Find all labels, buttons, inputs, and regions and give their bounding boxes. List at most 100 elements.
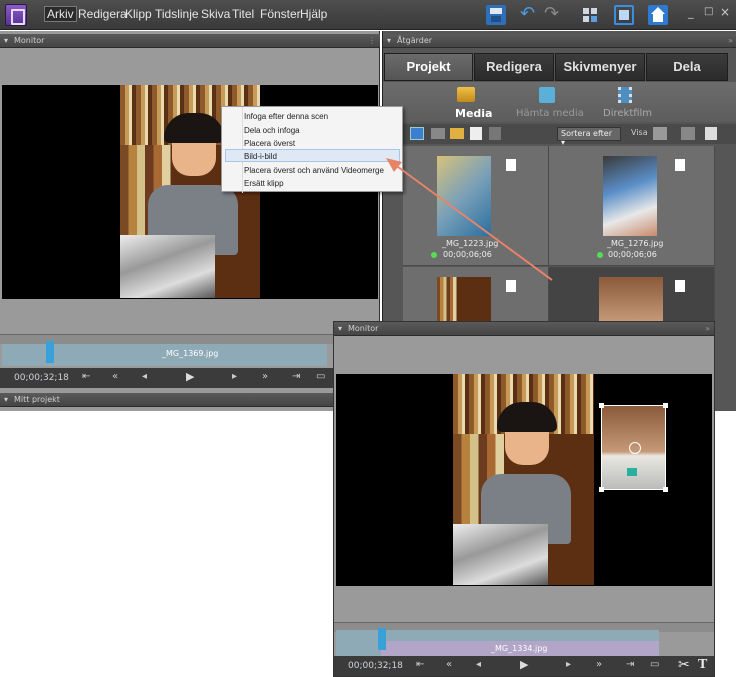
instant-movie-icon[interactable] bbox=[618, 87, 632, 103]
trash-icon[interactable] bbox=[489, 127, 501, 140]
trim-out-icon[interactable]: ⇥ bbox=[626, 659, 634, 670]
get-media-button[interactable]: Hämta media bbox=[516, 108, 584, 119]
menu-tidslinje[interactable]: Tidslinje bbox=[155, 7, 199, 21]
panel-grip-icon: » bbox=[728, 36, 733, 45]
home-icon[interactable] bbox=[648, 5, 668, 25]
step-forward-icon[interactable]: ▸ bbox=[232, 371, 237, 382]
clip-thumbnail[interactable]: _MG_1276.jpg 00;00;06;06 bbox=[549, 146, 715, 266]
monitor-header: Monitor ⋮ bbox=[0, 34, 380, 48]
minimize-button[interactable]: _ bbox=[688, 6, 694, 19]
sort-dropdown[interactable]: Sortera efter ▾ bbox=[557, 127, 621, 147]
menu-item-replace-clip[interactable]: Ersätt klipp bbox=[244, 179, 284, 188]
clip-image bbox=[603, 156, 657, 236]
playhead-handle[interactable] bbox=[46, 341, 54, 363]
menu-hjalp[interactable]: Hjälp bbox=[300, 7, 327, 21]
grid-view-icon[interactable] bbox=[410, 127, 424, 140]
rewind-icon[interactable]: « bbox=[446, 659, 452, 670]
tab-projekt[interactable]: Projekt bbox=[384, 53, 473, 81]
redo-icon[interactable]: ↷ bbox=[544, 5, 564, 25]
sort-label: Sortera efter bbox=[561, 129, 612, 138]
clip-image bbox=[599, 277, 663, 322]
instant-movie-button[interactable]: Direktfilm bbox=[603, 108, 652, 119]
panel-grip-icon: » bbox=[705, 324, 710, 333]
step-back-icon[interactable]: ◂ bbox=[476, 659, 481, 670]
clip-name: _MG_1276.jpg bbox=[607, 239, 664, 248]
media-icon[interactable] bbox=[457, 87, 475, 102]
resize-handle[interactable] bbox=[663, 487, 668, 492]
filmstrip-icon[interactable] bbox=[653, 127, 667, 140]
timeline-ruler bbox=[0, 334, 380, 344]
maximize-button[interactable]: □ bbox=[704, 6, 713, 17]
timeline-clip-base[interactable] bbox=[336, 630, 381, 656]
tab-redigera[interactable]: Redigera bbox=[474, 53, 554, 81]
monitor2-preview[interactable] bbox=[336, 374, 712, 586]
menu-klipp[interactable]: Klipp bbox=[125, 7, 152, 21]
new-item-icon[interactable] bbox=[470, 127, 482, 140]
trim-out-icon[interactable]: ⇥ bbox=[292, 371, 300, 382]
play-icon[interactable]: ▶ bbox=[520, 658, 528, 671]
photo-type-icon bbox=[675, 159, 685, 171]
fast-forward-icon[interactable]: » bbox=[596, 659, 602, 670]
actions-header: Åtgärder » bbox=[383, 34, 736, 48]
resize-handle[interactable] bbox=[663, 403, 668, 408]
used-status-icon bbox=[597, 252, 603, 258]
playhead-handle[interactable] bbox=[378, 628, 386, 650]
media-button[interactable]: Media bbox=[455, 107, 492, 120]
resize-handle[interactable] bbox=[599, 403, 604, 408]
pip-overlay[interactable] bbox=[599, 403, 668, 492]
scissors-icon[interactable]: ✂ bbox=[678, 657, 690, 673]
monitor-window-2: Monitor » _MG_1334.jpg 00;00;32;18 ⇤ « ◂ … bbox=[333, 321, 715, 677]
transport-bar: 00;00;32;18 ⇤ « ◂ ▶ ▸ » ⇥ ▭ ✂ T bbox=[334, 656, 714, 676]
my-project-title: Mitt projekt bbox=[14, 395, 60, 404]
resize-handle[interactable] bbox=[599, 487, 604, 492]
move-crosshair-icon[interactable] bbox=[629, 442, 641, 454]
menu-item-videomerge[interactable]: Placera överst och använd Videomerge bbox=[244, 166, 384, 175]
close-button[interactable]: × bbox=[720, 5, 730, 19]
menu-item-place-on-top[interactable]: Placera överst bbox=[244, 139, 295, 148]
menu-redigera[interactable]: Redigera bbox=[78, 7, 127, 21]
monitor2-header: Monitor » bbox=[334, 322, 714, 336]
menu-item-insert-after[interactable]: Infoga efter denna scen bbox=[244, 112, 328, 121]
split-icon[interactable]: ▭ bbox=[650, 659, 659, 670]
audio-icon[interactable] bbox=[681, 127, 695, 140]
trim-in-icon[interactable]: ⇤ bbox=[82, 371, 90, 382]
timecode: 00;00;32;18 bbox=[348, 661, 403, 671]
my-project-header[interactable]: Mitt projekt bbox=[0, 393, 380, 407]
split-icon[interactable]: ▭ bbox=[316, 371, 325, 382]
rewind-icon[interactable]: « bbox=[112, 371, 118, 382]
undo-icon[interactable]: ↶ bbox=[520, 5, 540, 25]
app-logo-icon bbox=[5, 4, 27, 26]
step-forward-icon[interactable]: ▸ bbox=[566, 659, 571, 670]
clip-name: _MG_1334.jpg bbox=[491, 644, 548, 653]
step-back-icon[interactable]: ◂ bbox=[142, 371, 147, 382]
trim-in-icon[interactable]: ⇤ bbox=[416, 659, 424, 670]
photo-icon[interactable] bbox=[431, 128, 445, 139]
monitor2-title: Monitor bbox=[348, 324, 379, 333]
media-toolbar: Sortera efter ▾ Visa bbox=[383, 124, 736, 147]
clip-thumbnail-selected[interactable] bbox=[549, 267, 715, 322]
menu-titel[interactable]: Titel bbox=[232, 7, 254, 21]
timecode: 00;00;32;18 bbox=[14, 373, 69, 383]
timeline-track-top bbox=[381, 630, 659, 641]
tab-skivmenyer[interactable]: Skivmenyer bbox=[555, 53, 645, 81]
view-label: Visa bbox=[631, 128, 648, 137]
menu-fonster[interactable]: Fönster bbox=[260, 7, 301, 21]
menu-item-split-insert[interactable]: Dela och infoga bbox=[244, 126, 300, 135]
get-media-icon[interactable] bbox=[539, 87, 555, 103]
menu-item-picture-in-picture[interactable]: Bild-i-bild bbox=[244, 152, 277, 161]
actions-title: Åtgärder bbox=[397, 36, 433, 45]
fast-forward-icon[interactable]: » bbox=[262, 371, 268, 382]
title-text-icon[interactable]: T bbox=[698, 657, 707, 673]
folder-icon[interactable] bbox=[450, 128, 464, 139]
save-icon[interactable] bbox=[486, 5, 506, 25]
organizer-icon[interactable] bbox=[580, 5, 600, 25]
photo-type-icon bbox=[675, 280, 685, 292]
fullscreen-icon[interactable] bbox=[614, 5, 634, 25]
timeline-clip-overlay[interactable]: _MG_1334.jpg bbox=[381, 641, 659, 656]
menu-skiva[interactable]: Skiva bbox=[201, 7, 230, 21]
menu-arkiv[interactable]: Arkiv bbox=[44, 6, 77, 22]
document-icon[interactable] bbox=[705, 127, 717, 140]
clip-name: _MG_1369.jpg bbox=[162, 349, 219, 358]
tab-dela[interactable]: Dela bbox=[646, 53, 728, 81]
play-icon[interactable]: ▶ bbox=[186, 370, 194, 383]
